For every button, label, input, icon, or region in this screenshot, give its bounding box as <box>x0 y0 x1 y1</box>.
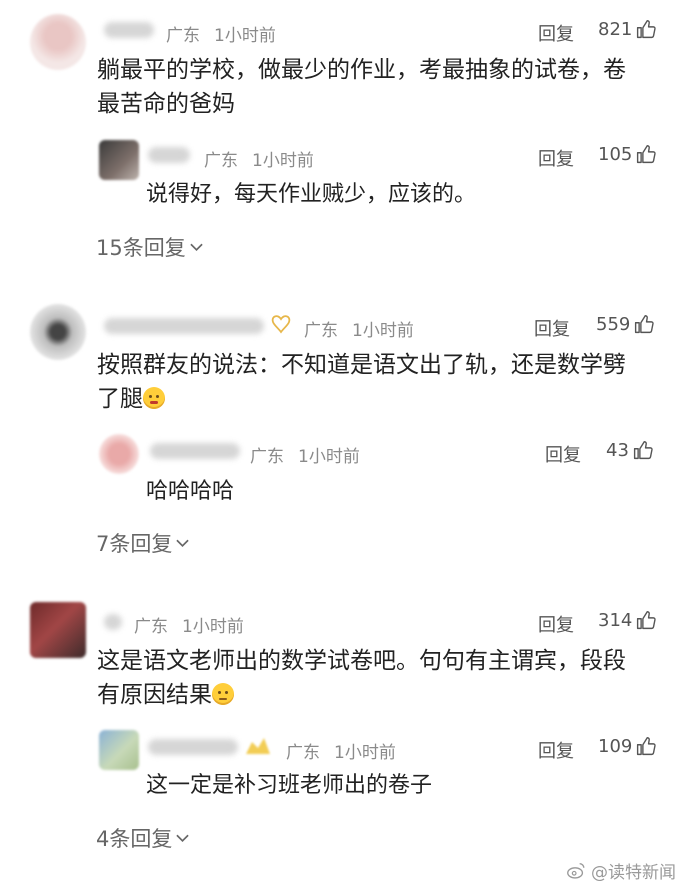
comment-text-line2-content: 了腿 <box>97 386 143 412</box>
badge-icon <box>246 738 270 754</box>
weibo-logo-icon <box>567 862 585 879</box>
like-button[interactable]: 105 <box>598 144 657 165</box>
reply-location: 广东 <box>204 151 238 171</box>
expand-replies-button[interactable]: 4条回复 <box>96 823 190 853</box>
reply-username-blurred[interactable] <box>150 443 240 459</box>
reply-button[interactable]: 回复 <box>534 315 570 341</box>
comment-text-line2-content: 有原因结果 <box>97 682 212 708</box>
reply-time: 1小时前 <box>252 151 314 171</box>
reply-username-blurred[interactable] <box>148 147 190 163</box>
thumbs-up-icon <box>635 315 655 334</box>
comment-thread: 广东 1小时前 回复 821 躺最平的学校，做最少的作业，考最抽象的试卷，卷 最… <box>0 0 690 280</box>
comment-time: 1小时前 <box>182 617 244 637</box>
comment-text: 躺最平的学校，做最少的作业，考最抽象的试卷，卷 <box>97 57 626 83</box>
reply-text: 说得好，每天作业贼少，应该的。 <box>146 182 477 207</box>
reply-location: 广东 <box>250 447 284 467</box>
like-count: 109 <box>598 736 633 757</box>
more-replies-label: 7条回复 <box>96 532 173 556</box>
reply-avatar[interactable] <box>99 730 139 770</box>
like-count: 821 <box>598 19 633 40</box>
reply-text: 哈哈哈哈 <box>146 479 235 504</box>
comment-time: 1小时前 <box>214 26 276 46</box>
avatar[interactable] <box>30 602 86 658</box>
comment-location: 广东 <box>166 26 200 46</box>
reply-time: 1小时前 <box>334 743 396 763</box>
kissing-face-emoji <box>143 387 165 409</box>
comment-text: 这是语文老师出的数学试卷吧。句句有主谓宾，段段 <box>97 648 626 674</box>
username-blurred[interactable] <box>104 22 154 38</box>
like-button[interactable]: 109 <box>598 736 657 757</box>
reply-username-blurred[interactable] <box>148 739 238 755</box>
like-button[interactable]: 314 <box>598 610 657 631</box>
thumbs-up-icon <box>637 737 657 756</box>
username-blurred[interactable] <box>104 318 264 334</box>
more-replies-label: 15条回复 <box>96 236 186 260</box>
watermark-text: @读特新闻 <box>591 863 676 883</box>
reply-avatar[interactable] <box>99 140 139 180</box>
reply-button[interactable]: 回复 <box>538 611 574 637</box>
like-count: 43 <box>606 440 629 461</box>
reply-location: 广东 <box>286 743 320 763</box>
comment-text-line2: 了腿 <box>97 381 165 417</box>
like-button[interactable]: 559 <box>596 314 655 335</box>
reply-button[interactable]: 回复 <box>538 737 574 763</box>
reply-avatar[interactable] <box>99 434 139 474</box>
more-replies-label: 4条回复 <box>96 827 173 851</box>
reply-text: 这一定是补习班老师出的卷子 <box>146 773 433 798</box>
username-blurred[interactable] <box>104 614 122 630</box>
comment-location: 广东 <box>304 321 338 341</box>
expand-replies-button[interactable]: 15条回复 <box>96 232 203 262</box>
chevron-down-icon <box>176 539 190 547</box>
watermark: @读特新闻 <box>565 858 676 883</box>
chevron-down-icon <box>176 834 190 842</box>
reply-time: 1小时前 <box>298 447 360 467</box>
like-count: 314 <box>598 610 633 631</box>
avatar[interactable] <box>30 14 86 70</box>
like-button[interactable]: 43 <box>606 440 653 461</box>
comment-text: 按照群友的说法：不知道是语文出了轨，还是数学劈 <box>97 352 626 378</box>
comment-text-line2: 最苦命的爸妈 <box>97 91 235 117</box>
thumbs-up-icon <box>637 611 657 630</box>
avatar[interactable] <box>30 304 86 360</box>
reply-button[interactable]: 回复 <box>538 145 574 171</box>
comment-location: 广东 <box>134 617 168 637</box>
comment-time: 1小时前 <box>352 321 414 341</box>
comment-text-line2: 有原因结果 <box>97 677 234 713</box>
expand-replies-button[interactable]: 7条回复 <box>96 528 190 558</box>
like-count: 559 <box>596 314 631 335</box>
reply-button[interactable]: 回复 <box>538 20 574 46</box>
badge-icon <box>271 315 291 334</box>
thumbs-up-icon <box>637 145 657 164</box>
like-button[interactable]: 821 <box>598 19 657 40</box>
reply-button[interactable]: 回复 <box>545 441 581 467</box>
like-count: 105 <box>598 144 633 165</box>
thumbs-up-icon <box>637 20 657 39</box>
chevron-down-icon <box>190 243 203 251</box>
smiling-face-emoji <box>212 683 234 705</box>
thumbs-up-icon <box>633 441 653 460</box>
